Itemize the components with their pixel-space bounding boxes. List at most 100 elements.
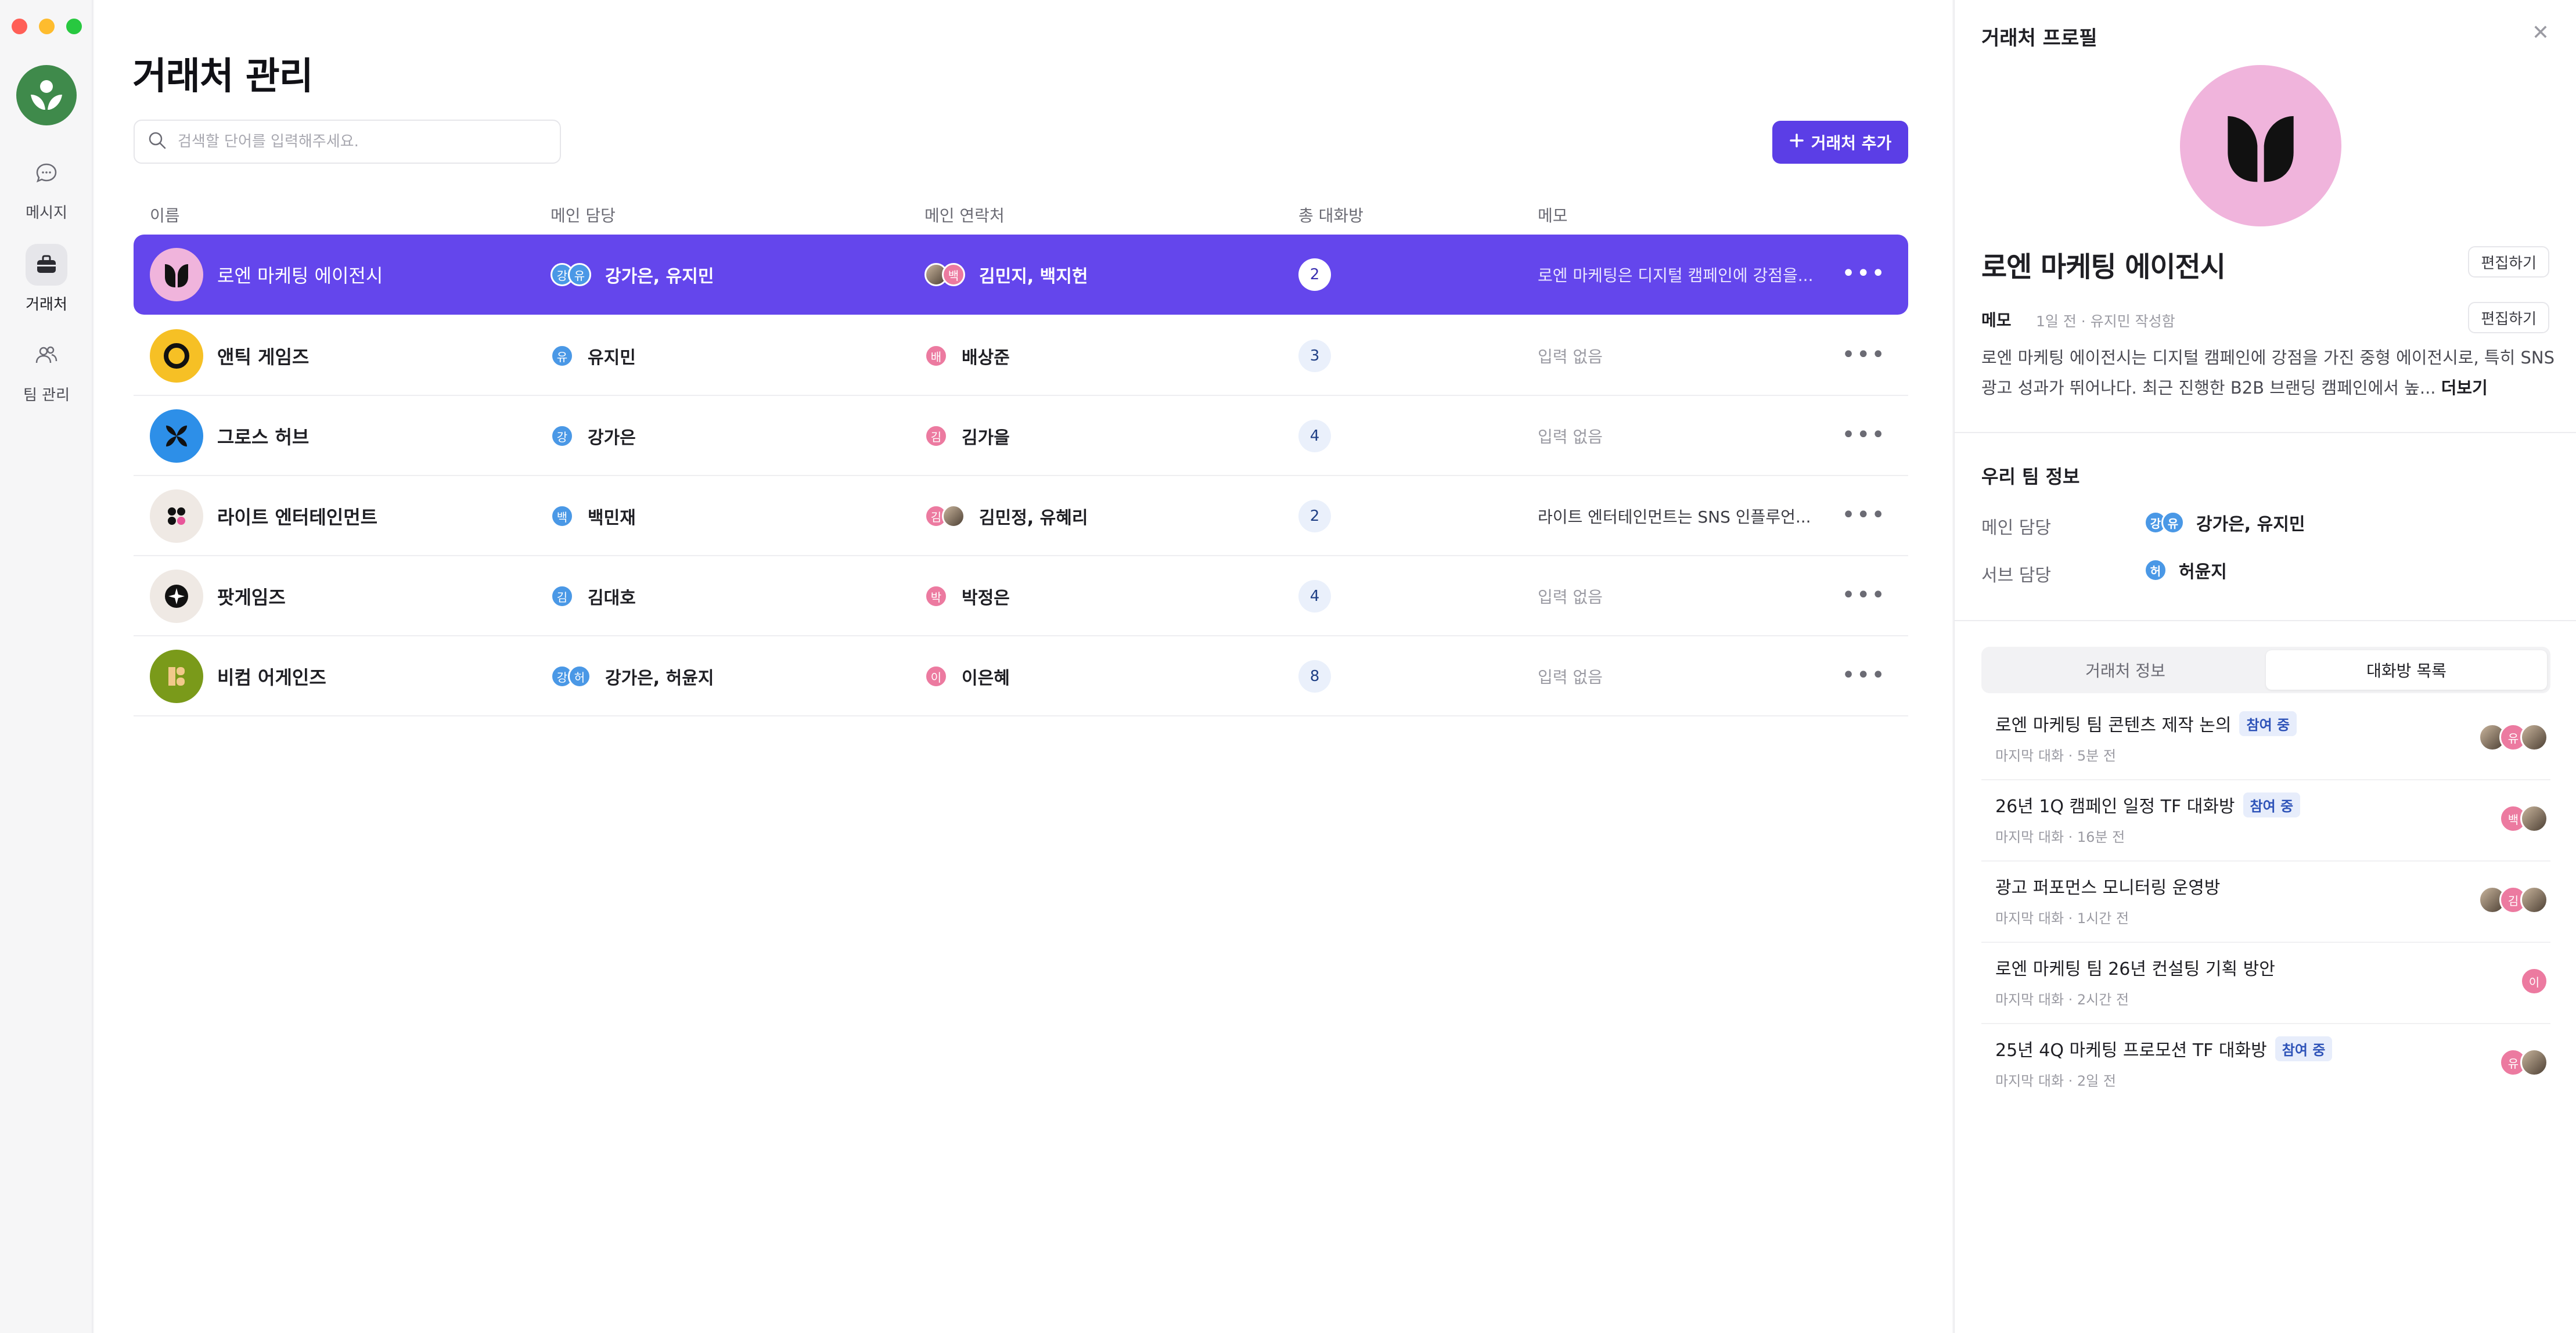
avatar xyxy=(942,505,965,528)
column-header-memo[interactable]: 메모 xyxy=(1538,203,1568,226)
more-options-icon[interactable]: ••• xyxy=(1841,662,1886,689)
main-manager-label: 메인 담당 xyxy=(1981,518,2051,538)
manager-avatars: 허 xyxy=(2144,559,2167,582)
contact-names: 김가을 xyxy=(962,428,1010,448)
column-header-chatrooms[interactable]: 총 대화방 xyxy=(1298,203,1363,226)
tab-chatroom-list[interactable]: 대화방 목록 xyxy=(2266,650,2547,690)
close-icon[interactable]: ✕ xyxy=(2532,21,2549,45)
column-header-name[interactable]: 이름 xyxy=(150,203,180,226)
chatroom-avatars: 김 xyxy=(2478,886,2548,914)
more-options-icon[interactable]: ••• xyxy=(1841,341,1886,368)
chatroom-avatars: 이 xyxy=(2520,967,2548,995)
more-options-icon[interactable]: ••• xyxy=(1841,421,1886,448)
sub-manager-names: 허윤지 xyxy=(2179,562,2227,582)
chatroom-item[interactable]: 25년 4Q 마케팅 프로모션 TF 대화방 참여 중 마지막 대화 · 2일 전… xyxy=(1981,1024,2550,1105)
search-input[interactable] xyxy=(178,133,526,150)
contact-avatars: 김 xyxy=(924,505,965,528)
chatroom-count: 4 xyxy=(1298,420,1331,452)
table-row[interactable]: 로엔 마케팅 에이전시 강 유 강가은, 유지민 백 김민지, 백지헌 2 로엔… xyxy=(134,235,1908,315)
more-options-icon[interactable]: ••• xyxy=(1841,582,1886,608)
client-logo xyxy=(150,329,203,383)
column-header-manager[interactable]: 메인 담당 xyxy=(551,203,616,226)
manager-names: 김대호 xyxy=(588,588,636,608)
divider xyxy=(1955,620,2576,621)
contact-avatars: 배 xyxy=(924,344,948,368)
tab-client-info[interactable]: 거래처 정보 xyxy=(1985,650,2266,690)
avatar: 유 xyxy=(2161,511,2185,534)
chatroom-meta: 마지막 대화 · 1시간 전 xyxy=(1995,910,2129,927)
contact-avatars: 박 xyxy=(924,585,948,608)
client-logo xyxy=(150,570,203,623)
edit-memo-button[interactable]: 편집하기 xyxy=(2468,302,2549,333)
search-box[interactable] xyxy=(134,120,561,164)
avatar: 이 xyxy=(924,665,948,688)
table-row[interactable]: 비컴 어게인즈 강 허 강가은, 허윤지 이 이은혜 8 입력 없음 ••• xyxy=(134,636,1908,716)
column-header-contact[interactable]: 메인 연락처 xyxy=(924,203,1005,226)
table-row[interactable]: 라이트 엔터테인먼트 백 백민재 김 김민정, 유혜리 2 라이트 엔터테인먼트… xyxy=(134,476,1908,556)
participating-badge: 참여 중 xyxy=(2243,792,2301,817)
client-name: 앤틱 게임즈 xyxy=(217,346,310,368)
memo-preview: 입력 없음 xyxy=(1538,668,1603,687)
add-client-button[interactable]: 거래처 추가 xyxy=(1772,121,1908,164)
chatroom-item[interactable]: 26년 1Q 캠페인 일정 TF 대화방 참여 중 마지막 대화 · 16분 전 … xyxy=(1981,780,2550,862)
app-sidebar: 메시지 거래처 팀 관리 xyxy=(0,0,93,1333)
table-header: 이름 메인 담당 메인 연락처 총 대화방 메모 xyxy=(134,197,1908,230)
main-manager-names: 강가은, 유지민 xyxy=(2196,514,2305,535)
avatar: 유 xyxy=(568,263,591,286)
contact-avatars: 김 xyxy=(924,424,948,448)
client-name-large: 로엔 마케팅 에이전시 xyxy=(1981,251,2226,283)
avatar: 유 xyxy=(551,344,574,368)
client-profile-panel: 거래처 프로필 ✕ 로엔 마케팅 에이전시 편집하기 메모 1일 전 · 유지민… xyxy=(1953,0,2576,1333)
chatroom-item[interactable]: 로엔 마케팅 팀 콘텐츠 제작 논의 참여 중 마지막 대화 · 5분 전 유 xyxy=(1981,699,2550,780)
more-options-icon[interactable]: ••• xyxy=(1841,502,1886,528)
manager-names: 강가은, 허윤지 xyxy=(605,668,714,689)
manager-avatars: 김 xyxy=(551,585,574,608)
table-row[interactable]: 그로스 허브 강 강가은 김 김가을 4 입력 없음 ••• xyxy=(134,396,1908,476)
avatar: 허 xyxy=(2144,559,2167,582)
table-row[interactable]: 팟게임즈 김 김대호 박 박정은 4 입력 없음 ••• xyxy=(134,556,1908,636)
window-minimize-button[interactable] xyxy=(39,19,55,34)
manager-names: 강가은 xyxy=(588,428,636,448)
manager-avatars: 유 xyxy=(551,344,574,368)
avatar: 김 xyxy=(551,585,574,608)
manager-avatars: 백 xyxy=(551,505,574,528)
edit-profile-button[interactable]: 편집하기 xyxy=(2468,246,2549,278)
client-name: 팟게임즈 xyxy=(217,586,286,608)
window-close-button[interactable] xyxy=(12,19,27,34)
client-logo-large xyxy=(2180,65,2341,226)
participating-badge: 참여 중 xyxy=(2239,711,2297,736)
contact-names: 김민지, 백지헌 xyxy=(979,266,1088,287)
sidebar-item-clients[interactable]: 거래처 xyxy=(0,244,93,314)
client-logo xyxy=(150,489,203,543)
chatroom-item[interactable]: 로엔 마케팅 팀 26년 컨설팅 기획 방안 마지막 대화 · 2시간 전 이 xyxy=(1981,943,2550,1024)
panel-tabs: 거래처 정보 대화방 목록 xyxy=(1981,647,2550,693)
client-name: 비컴 어게인즈 xyxy=(217,666,326,689)
more-options-icon[interactable]: ••• xyxy=(1841,260,1886,287)
client-logo xyxy=(150,409,203,463)
manager-avatars: 강 허 xyxy=(551,665,591,688)
table-row[interactable]: 앤틱 게임즈 유 유지민 배 배상준 3 입력 없음 ••• xyxy=(134,316,1908,396)
contact-avatars: 백 xyxy=(924,263,965,286)
contact-names: 김민정, 유혜리 xyxy=(979,508,1088,528)
client-logo xyxy=(150,248,203,301)
contact-avatars: 이 xyxy=(924,665,948,688)
memo-text: 로엔 마케팅 에이전시는 디지털 캠페인에 강점을 가진 중형 에이전시로, 특… xyxy=(1981,343,2556,403)
window-zoom-button[interactable] xyxy=(66,19,82,34)
sidebar-item-label: 거래처 xyxy=(26,296,67,314)
search-icon xyxy=(147,131,167,153)
avatar: 김 xyxy=(924,424,948,448)
chatroom-item[interactable]: 광고 퍼포먼스 모니터링 운영방 마지막 대화 · 1시간 전 김 xyxy=(1981,862,2550,943)
memo-preview: 로엔 마케팅은 디지털 캠페인에 강점을... xyxy=(1538,266,1814,285)
client-name: 그로스 허브 xyxy=(217,426,310,448)
chat-bubble-icon xyxy=(26,152,67,194)
chatroom-title: 26년 1Q 캠페인 일정 TF 대화방 xyxy=(1995,797,2235,817)
briefcase-icon xyxy=(26,244,67,286)
sidebar-item-team[interactable]: 팀 관리 xyxy=(0,334,93,405)
people-icon xyxy=(26,334,67,376)
sub-manager-label: 서브 담당 xyxy=(1981,565,2051,586)
sidebar-item-messages[interactable]: 메시지 xyxy=(0,152,93,222)
more-link[interactable]: 더보기 xyxy=(2441,378,2488,398)
manager-names: 백민재 xyxy=(588,508,636,528)
chatroom-count: 2 xyxy=(1298,500,1331,532)
sub-manager-value: 허 허윤지 xyxy=(2144,557,2227,583)
